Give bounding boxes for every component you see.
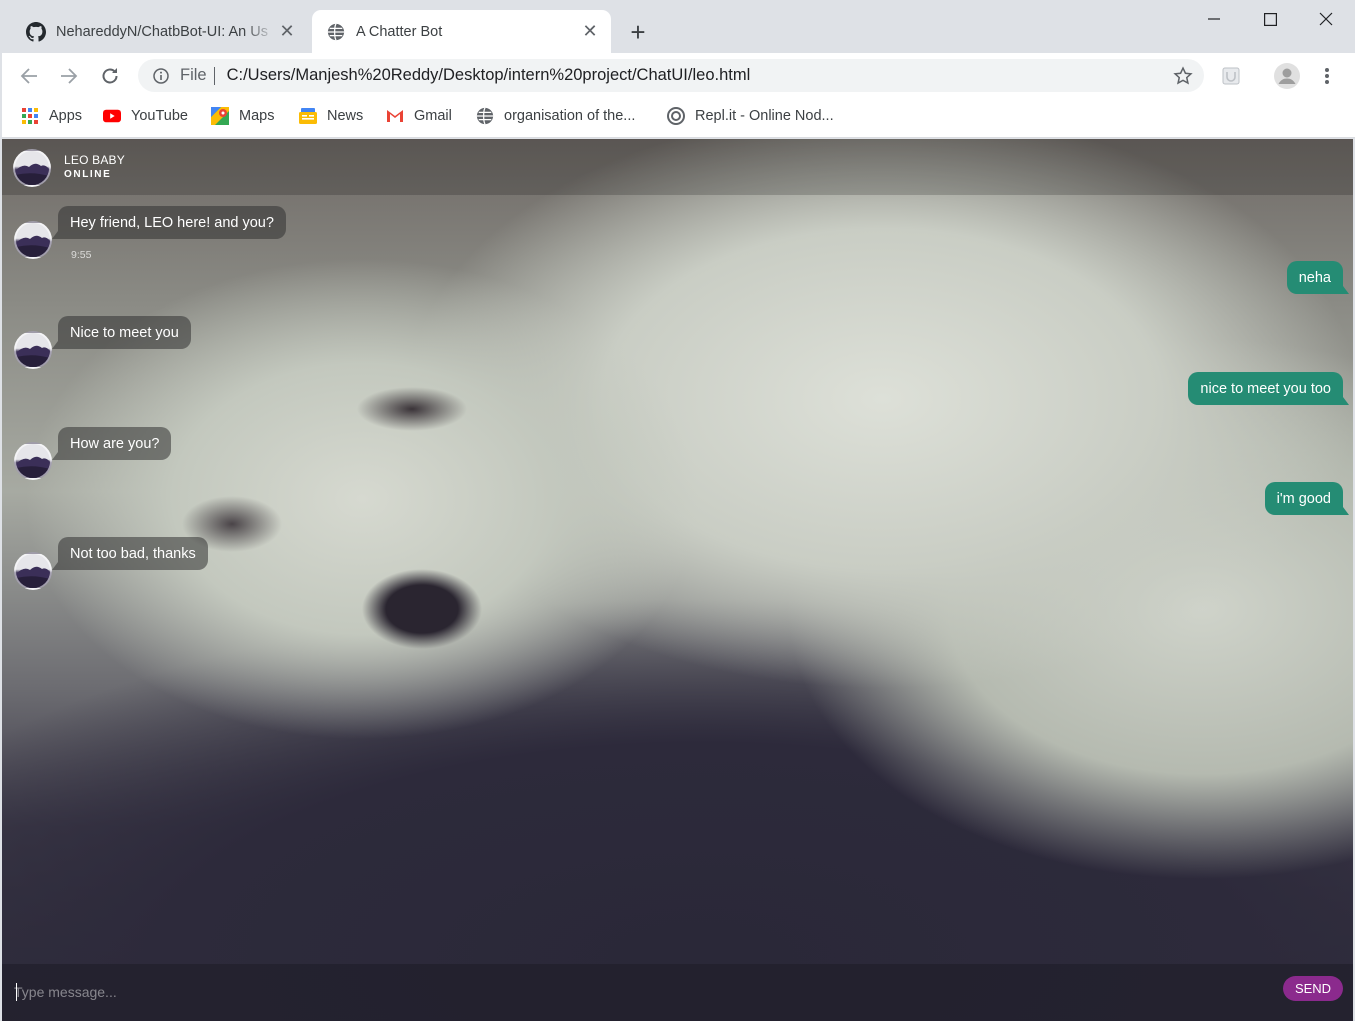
bot-status: ONLINE	[64, 169, 112, 180]
bookmark-maps[interactable]: Maps	[211, 105, 274, 127]
reload-icon[interactable]	[95, 61, 125, 91]
address-bar[interactable]: File C:/Users/Manjesh%20Reddy/Desktop/in…	[138, 59, 1204, 92]
url-separator	[213, 66, 215, 85]
bot-avatar	[14, 552, 52, 590]
bot-avatar	[14, 331, 52, 369]
message-timestamp: 9:55	[71, 249, 92, 261]
bot-message: How are you?	[51, 427, 172, 460]
bookmark-label: Apps	[49, 108, 83, 124]
bookmark-star-icon[interactable]	[1172, 65, 1194, 87]
back-arrow-icon[interactable]	[14, 61, 44, 91]
url-scheme: File	[180, 66, 207, 84]
menu-kebab-icon[interactable]	[1313, 62, 1341, 90]
close-window-button[interactable]	[1298, 4, 1354, 34]
bookmark-youtube[interactable]: YouTube	[103, 105, 188, 127]
new-tab-button[interactable]: +	[624, 17, 652, 47]
send-button[interactable]: SEND	[1283, 976, 1343, 1001]
forward-arrow-icon[interactable]	[54, 61, 84, 91]
extension-icon[interactable]	[1217, 62, 1245, 90]
bookmark-apps[interactable]: Apps	[21, 105, 82, 127]
url-text[interactable]: C:/Users/Manjesh%20Reddy/Desktop/intern%…	[227, 66, 751, 85]
bot-message: Nice to meet you	[52, 316, 191, 349]
tab-title: A Chatter Bot	[356, 23, 443, 40]
text-caret	[16, 983, 17, 1001]
message-input[interactable]	[14, 981, 1214, 1003]
bot-avatar	[14, 442, 52, 480]
bookmark-label: Gmail	[414, 108, 452, 124]
user-message: neha	[1286, 261, 1350, 294]
bookmark-gmail[interactable]: Gmail	[386, 105, 452, 127]
background-photo	[2, 139, 1353, 1021]
bookmarks-bar: Apps YouTube Maps News Gmail organisatio…	[2, 98, 1355, 138]
minimize-button[interactable]	[1186, 4, 1242, 34]
message-composer: SEND	[2, 964, 1353, 1021]
bookmark-replit[interactable]: Repl.it - Online Nod...	[667, 105, 834, 127]
maps-icon	[211, 107, 229, 125]
apps-grid-icon	[21, 107, 39, 125]
bookmark-label: Maps	[239, 108, 275, 124]
bookmark-label: News	[327, 108, 364, 124]
bookmark-label: Repl.it - Online Nod...	[695, 108, 834, 124]
bot-message: Hey friend, LEO here! and you?	[52, 206, 286, 239]
maximize-button[interactable]	[1242, 4, 1298, 34]
bot-name: LEO BABY	[64, 153, 125, 167]
tab-strip: NehareddyN/ChatbBot-UI: An Us ✕ A Chatte…	[2, 0, 1355, 53]
youtube-icon	[103, 107, 121, 125]
bot-avatar	[13, 149, 51, 187]
news-icon	[299, 107, 317, 125]
bookmark-news[interactable]: News	[299, 105, 363, 127]
tab-title: NehareddyN/ChatbBot-UI: An Us	[56, 23, 268, 40]
user-message: nice to meet you too	[1188, 372, 1349, 405]
bookmark-organisation[interactable]: organisation of the...	[476, 105, 635, 127]
bot-message: Not too bad, thanks	[52, 537, 208, 570]
browser-toolbar: File C:/Users/Manjesh%20Reddy/Desktop/in…	[2, 53, 1355, 98]
tab-github[interactable]: NehareddyN/ChatbBot-UI: An Us ✕	[12, 10, 308, 53]
user-message: i'm good	[1264, 482, 1350, 515]
bot-avatar	[14, 221, 52, 259]
replit-icon	[667, 107, 685, 125]
tab-chatter-bot[interactable]: A Chatter Bot ✕	[312, 10, 611, 53]
close-tab-icon[interactable]: ✕	[579, 21, 601, 43]
chat-header: LEO BABY ONLINE	[2, 139, 1353, 195]
globe-icon	[476, 107, 494, 125]
gmail-icon	[386, 107, 404, 125]
close-tab-icon[interactable]: ✕	[276, 21, 298, 43]
bookmark-label: YouTube	[131, 108, 188, 124]
chat-page: LEO BABY ONLINE Hey friend, LEO here! an…	[2, 139, 1353, 1021]
github-icon	[26, 21, 46, 42]
profile-avatar-icon[interactable]	[1273, 62, 1301, 90]
globe-icon	[326, 22, 346, 42]
bookmark-label: organisation of the...	[504, 108, 636, 124]
info-icon[interactable]	[151, 67, 171, 84]
